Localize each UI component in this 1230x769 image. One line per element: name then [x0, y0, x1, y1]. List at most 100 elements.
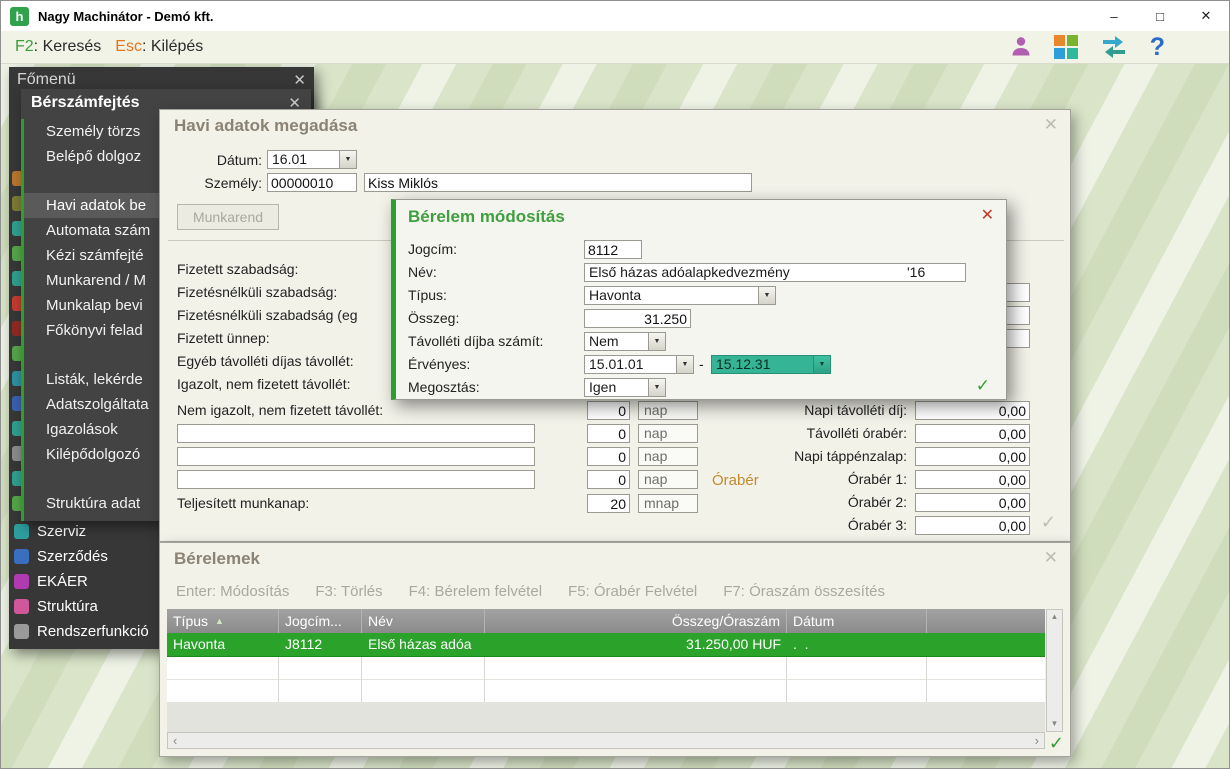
table-row[interactable] [167, 657, 1045, 680]
chevron-down-icon[interactable]: ▼ [813, 356, 830, 373]
sidebar-item-label: Szerződés [37, 548, 108, 565]
close-icon[interactable]: ✕ [981, 205, 994, 225]
sidebar-item-label: EKÁER [37, 573, 88, 590]
amount-input[interactable] [584, 309, 691, 328]
sidebar-item-szerzodes[interactable]: Szerződés [9, 544, 179, 569]
unit-box: nap [638, 424, 698, 443]
extra-absence-input[interactable] [177, 470, 535, 489]
valid-to-value: 15.12.31 [712, 356, 813, 373]
header-label: Összeg/Óraszám [672, 609, 780, 633]
horizontal-scrollbar[interactable]: ‹ › [167, 732, 1045, 749]
value-input[interactable] [587, 401, 630, 420]
help-icon[interactable]: ? [1150, 35, 1165, 60]
command-hours-summary[interactable]: F7: Óraszám összesítés [723, 583, 885, 600]
daily-absence-fee-input[interactable] [915, 401, 1030, 420]
unit-box: nap [638, 447, 698, 466]
person-name-field[interactable] [364, 173, 752, 192]
chevron-down-icon[interactable]: ▼ [648, 333, 665, 350]
date-select[interactable]: 16.01 ▼ [267, 150, 357, 169]
sync-icon[interactable] [1100, 34, 1128, 61]
unit-box: mnap [638, 494, 698, 513]
command-add-wage-item[interactable]: F4: Bérelem felvétel [409, 583, 542, 600]
name-year-suffix: '16 [907, 264, 925, 281]
sickpay-base-input[interactable] [915, 447, 1030, 466]
fomenu-close-icon[interactable]: ✕ [293, 71, 306, 89]
wage-items-panel: Bérelemek ✕ Enter: Módosítás F3: Törlés … [159, 542, 1071, 757]
vertical-scrollbar[interactable]: ▲ ▼ [1046, 609, 1063, 732]
hourly-2-label: Órabér 2: [725, 493, 907, 512]
scroll-left-icon[interactable]: ‹ [173, 734, 177, 747]
cell-nev: Első házas adóa [362, 633, 485, 656]
chevron-down-icon[interactable]: ▼ [339, 151, 356, 168]
unverified-unpaid-label: Nem igazolt, nem fizetett távollét: [177, 401, 542, 420]
absence-hourly-input[interactable] [915, 424, 1030, 443]
table-row-selected[interactable]: Havonta J8112 Első házas adóa 31.250,00 … [167, 633, 1045, 657]
scroll-up-icon[interactable]: ▲ [1051, 613, 1059, 621]
command-modify[interactable]: Enter: Módosítás [176, 583, 289, 600]
hourly-1-input[interactable] [915, 470, 1030, 489]
scroll-down-icon[interactable]: ▼ [1051, 720, 1059, 728]
hourly-3-input[interactable] [915, 516, 1030, 535]
sharing-value: Igen [585, 379, 648, 396]
cell-datum: . . [787, 633, 927, 656]
value-input[interactable] [587, 447, 630, 466]
header-tipus[interactable]: Típus ▲ [167, 609, 279, 633]
value-input[interactable] [587, 470, 630, 489]
sidebar-item-rendszerfunkcio[interactable]: Rendszerfunkció [9, 619, 179, 644]
chevron-down-icon[interactable]: ▼ [648, 379, 665, 396]
sidebar-item-label: Rendszerfunkció [37, 623, 149, 640]
value-input[interactable] [587, 424, 630, 443]
name-input[interactable]: Első házas adóalapkedvezmény '16 [584, 263, 966, 282]
absence-hourly-label: Távolléti órabér: [725, 424, 907, 443]
header-nev[interactable]: Név [362, 609, 485, 633]
header-osszeg[interactable]: Összeg/Óraszám [485, 609, 787, 633]
extra-absence-input[interactable] [177, 447, 535, 466]
chevron-down-icon[interactable]: ▼ [676, 356, 693, 373]
table-row[interactable] [167, 680, 1045, 703]
close-icon[interactable]: ✕ [1044, 548, 1058, 568]
sidebar-item-ekaer[interactable]: EKÁER [9, 569, 179, 594]
toolbar-icons: ? [1010, 34, 1165, 61]
sharing-label: Megosztás: [408, 378, 480, 397]
menu-exit[interactable]: Esc: Kilépés [115, 38, 203, 56]
fomenu-title: Főmenü [17, 71, 76, 89]
close-icon[interactable]: ✕ [1044, 115, 1058, 135]
absence-fee-value: Nem [585, 333, 648, 350]
scroll-right-icon[interactable]: › [1035, 734, 1039, 747]
type-select[interactable]: Havonta ▼ [584, 286, 776, 305]
hourly-2-input[interactable] [915, 493, 1030, 512]
date-value: 16.01 [268, 151, 339, 168]
command-add-hourly[interactable]: F5: Órabér Felvétel [568, 583, 697, 600]
header-jogcim[interactable]: Jogcím... [279, 609, 362, 633]
absence-fee-select[interactable]: Nem ▼ [584, 332, 666, 351]
user-icon[interactable] [1010, 35, 1032, 60]
date-label: Dátum: [190, 151, 262, 170]
munkarend-button[interactable]: Munkarend [177, 204, 279, 230]
modules-icon[interactable] [1054, 35, 1078, 59]
date-range-dash: - [699, 355, 704, 374]
sharing-select[interactable]: Igen ▼ [584, 378, 666, 397]
header-datum[interactable]: Dátum [787, 609, 927, 633]
header-label: Név [368, 609, 393, 633]
cell-jogcim: J8112 [279, 633, 362, 656]
maximize-button[interactable]: □ [1137, 1, 1183, 31]
worked-days-input[interactable] [587, 494, 630, 513]
valid-from-select[interactable]: 15.01.01 ▼ [584, 355, 694, 374]
minimize-button[interactable]: – [1091, 1, 1137, 31]
confirm-check-icon[interactable]: ✓ [1041, 512, 1056, 533]
confirm-check-icon[interactable]: ✓ [976, 376, 990, 396]
sidebar-item-struktura[interactable]: Struktúra [9, 594, 179, 619]
confirm-check-icon[interactable]: ✓ [1049, 733, 1064, 754]
extra-absence-input[interactable] [177, 424, 535, 443]
sidebar-item-szerviz[interactable]: Szerviz [9, 519, 179, 544]
close-button[interactable]: ✕ [1183, 1, 1229, 31]
menu-search[interactable]: F2: Keresés [15, 38, 101, 56]
person-code-field[interactable] [267, 173, 357, 192]
command-delete[interactable]: F3: Törlés [315, 583, 382, 600]
panel-title: Bérelemek [174, 549, 260, 569]
legal-title-input[interactable] [584, 240, 642, 259]
chevron-down-icon[interactable]: ▼ [758, 287, 775, 304]
esc-key: Esc [115, 38, 142, 55]
name-value: Első házas adóalapkedvezmény [589, 264, 790, 280]
valid-to-select[interactable]: 15.12.31 ▼ [711, 355, 831, 374]
